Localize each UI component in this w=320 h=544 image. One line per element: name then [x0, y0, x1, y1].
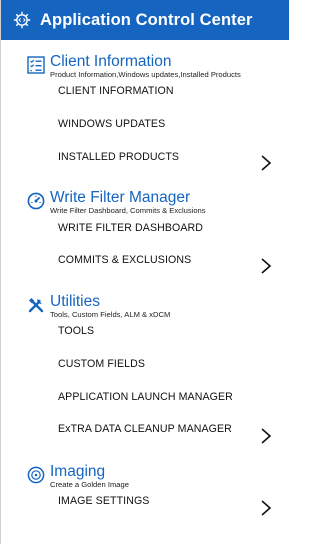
app-title: Application Control Center: [40, 10, 253, 29]
gear-code-icon: [12, 10, 32, 30]
section-title: Write Filter Manager: [50, 189, 191, 206]
menu-item-write-filter-dashboard[interactable]: WRITE FILTER DASHBOARD: [58, 222, 203, 234]
section-subtitle: Write Filter Dashboard, Commits & Exclus…: [50, 206, 206, 215]
section-subtitle: Product Information,Windows updates,Inst…: [50, 70, 241, 79]
menu-item-tools[interactable]: TOOLS: [58, 325, 94, 337]
disc-icon: [27, 466, 45, 484]
section-header-utilities[interactable]: Utilities Tools, Custom Fields, ALM & xD…: [1, 293, 289, 325]
section-title: Client Information: [50, 53, 172, 70]
section-title: Imaging: [50, 463, 106, 480]
menu-item-installed-products[interactable]: INSTALLED PRODUCTS: [58, 151, 179, 163]
menu-item-extra-data-cleanup-manager[interactable]: ExTRA DATA CLEANUP MANAGER: [58, 423, 232, 435]
chevron-right-icon[interactable]: [260, 257, 272, 275]
menu-item-client-information[interactable]: CLIENT INFORMATION: [58, 85, 174, 97]
menu-item-image-settings[interactable]: IMAGE SETTINGS: [58, 495, 149, 507]
checklist-icon: [27, 56, 45, 74]
section-title: Utilities: [50, 293, 100, 310]
menu-item-windows-updates[interactable]: WINDOWS UPDATES: [58, 118, 165, 130]
section-header-client-information[interactable]: Client Information Product Information,W…: [1, 53, 289, 85]
chevron-right-icon[interactable]: [260, 427, 272, 445]
title-bar: Application Control Center: [1, 0, 289, 40]
chevron-right-icon[interactable]: [260, 499, 272, 517]
tools-icon: [27, 296, 45, 314]
menu-item-application-launch-manager[interactable]: APPLICATION LAUNCH MANAGER: [58, 391, 233, 403]
menu-item-commits-exclusions[interactable]: COMMITS & EXCLUSIONS: [58, 254, 191, 266]
section-subtitle: Tools, Custom Fields, ALM & xDCM: [50, 310, 171, 319]
section-header-imaging[interactable]: Imaging Create a Golden Image: [1, 463, 289, 495]
section-subtitle: Create a Golden Image: [50, 480, 129, 489]
section-header-write-filter-manager[interactable]: Write Filter Manager Write Filter Dashbo…: [1, 189, 289, 221]
chevron-right-icon[interactable]: [260, 154, 272, 172]
gauge-icon: [27, 192, 45, 210]
menu-item-custom-fields[interactable]: CUSTOM FIELDS: [58, 358, 145, 370]
